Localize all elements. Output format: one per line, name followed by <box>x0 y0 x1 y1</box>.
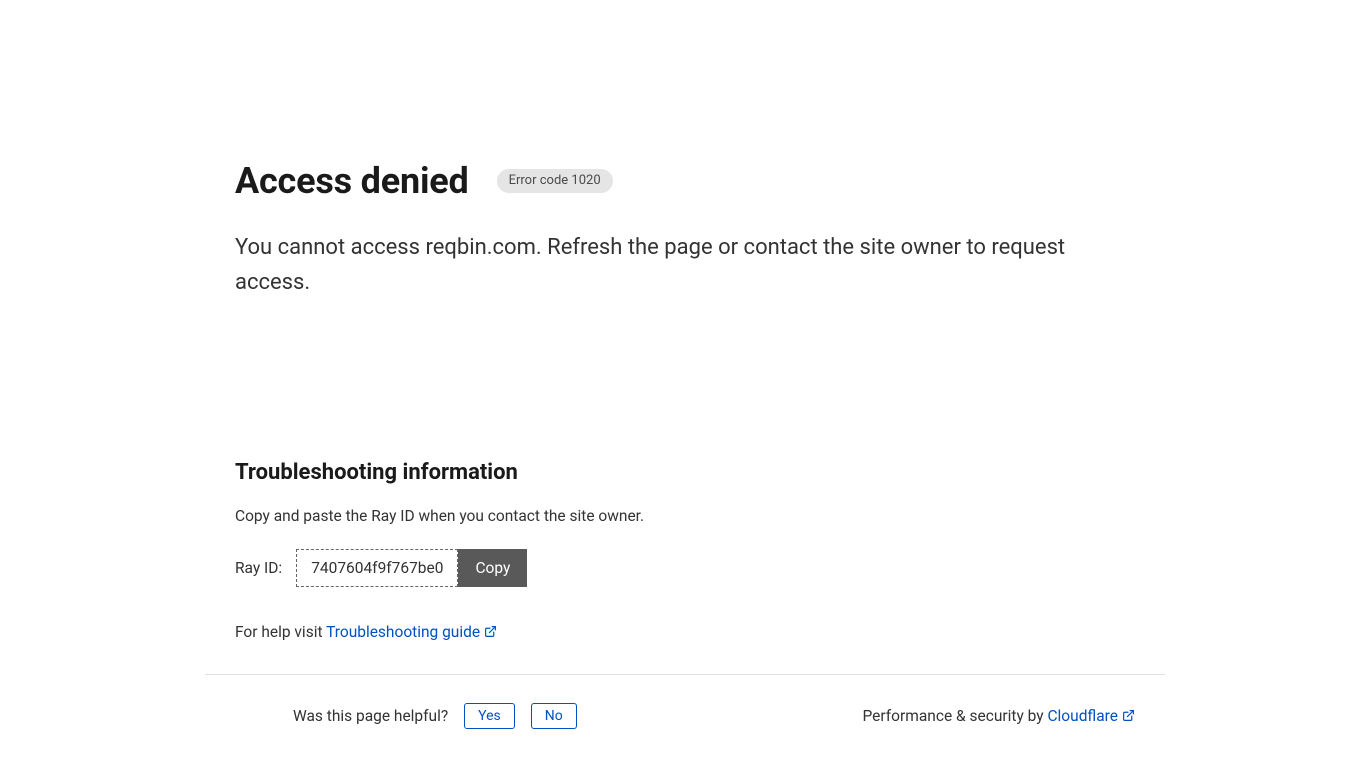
cloudflare-label: Cloudflare <box>1047 707 1118 725</box>
copy-button[interactable]: Copy <box>458 549 527 587</box>
no-button[interactable]: No <box>531 703 577 729</box>
perf-prefix: Performance & security by <box>863 707 1048 725</box>
troubleshooting-guide-label: Troubleshooting guide <box>326 623 480 641</box>
troubleshooting-instruction: Copy and paste the Ray ID when you conta… <box>235 507 1130 525</box>
ray-id-label: Ray ID: <box>235 559 282 577</box>
access-denied-message: You cannot access reqbin.com. Refresh th… <box>235 230 1130 300</box>
external-link-icon <box>484 624 497 642</box>
yes-button[interactable]: Yes <box>464 703 515 729</box>
helpful-prompt: Was this page helpful? <box>293 707 448 725</box>
help-prefix: For help visit <box>235 623 326 641</box>
cloudflare-link[interactable]: Cloudflare <box>1047 707 1135 725</box>
troubleshooting-heading: Troubleshooting information <box>235 460 1130 485</box>
error-code-badge: Error code 1020 <box>497 169 613 193</box>
external-link-icon <box>1122 708 1135 726</box>
ray-id-value: 7407604f9f767be0 <box>296 549 458 587</box>
page-title: Access denied <box>235 160 469 202</box>
performance-security: Performance & security by Cloudflare <box>863 707 1136 726</box>
ray-id-row: Ray ID: 7407604f9f767be0 Copy <box>235 549 1130 587</box>
help-line: For help visit Troubleshooting guide <box>235 623 1130 642</box>
troubleshooting-guide-link[interactable]: Troubleshooting guide <box>326 623 497 641</box>
